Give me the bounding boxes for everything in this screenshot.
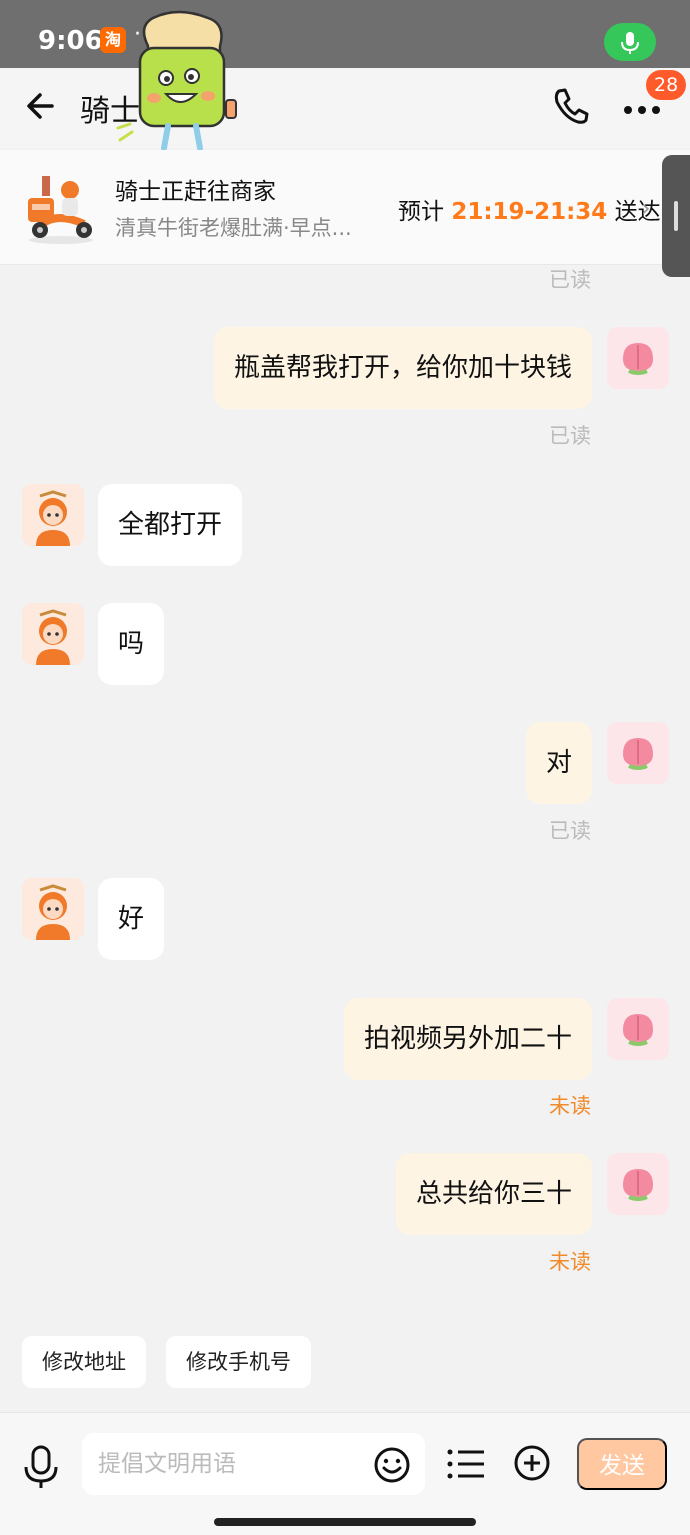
status-time: 9:06	[38, 26, 103, 56]
home-indicator	[214, 1518, 476, 1526]
rider-avatar-icon	[36, 884, 70, 940]
peach-avatar-icon	[623, 1014, 653, 1046]
plus-circle-icon	[514, 1445, 550, 1481]
user-avatar[interactable]	[607, 327, 669, 389]
eta-suffix: 送达	[614, 199, 661, 225]
shop-name: 清真牛街老爆肚满·早点...	[115, 216, 352, 240]
back-arrow-icon	[27, 93, 54, 119]
message-bubble-rider[interactable]: 好	[98, 878, 165, 960]
quick-reply-change-address[interactable]: 修改地址	[22, 1336, 146, 1388]
phone-icon	[554, 88, 589, 124]
chevron-right-icon: ›	[641, 194, 651, 222]
more-actions-button[interactable]	[512, 1443, 552, 1483]
list-icon	[447, 1449, 484, 1479]
peach-avatar-icon	[623, 1169, 653, 1201]
mic-active-indicator	[604, 23, 656, 61]
smiley-icon	[374, 1447, 410, 1483]
toast-sticker-icon	[116, 10, 237, 151]
unread-status: 未读	[549, 1094, 591, 1118]
side-drawer-handle[interactable]	[662, 155, 690, 277]
user-avatar[interactable]	[607, 1153, 669, 1215]
eta-text: 预计 21:19-21:34 送达	[398, 192, 661, 226]
input-bar: 发送	[0, 1412, 690, 1535]
order-status-text: 骑士正赶往商家	[115, 179, 276, 205]
rider-avatar[interactable]	[22, 603, 84, 665]
peach-avatar-icon	[623, 738, 653, 770]
emoji-button[interactable]	[372, 1445, 412, 1485]
unread-status: 未读	[549, 1250, 591, 1274]
message-bubble-me[interactable]: 对	[525, 722, 592, 804]
message-bubble-me[interactable]: 瓶盖帮我打开，给你加十块钱	[213, 327, 592, 409]
rider-avatar[interactable]	[22, 484, 84, 546]
voice-input-button[interactable]	[20, 1443, 62, 1491]
user-avatar[interactable]	[607, 998, 669, 1060]
common-phrases-button[interactable]	[446, 1446, 486, 1482]
read-status: 已读	[549, 819, 591, 843]
message-bubble-me[interactable]: 总共给你三十	[395, 1153, 592, 1235]
unread-count-badge: 28	[646, 70, 687, 100]
rider-avatar-icon	[36, 609, 70, 665]
eta-prefix: 预计	[398, 199, 444, 225]
peach-avatar-icon	[623, 343, 653, 375]
user-avatar[interactable]	[607, 722, 669, 784]
microphone-icon	[24, 1445, 58, 1488]
order-status-card[interactable]: 骑士正赶往商家 清真牛街老爆肚满·早点... 预计 21:19-21:34 送达…	[0, 150, 690, 265]
send-button[interactable]: 发送	[577, 1438, 667, 1490]
message-bubble-rider[interactable]: 全都打开	[98, 484, 243, 566]
quick-reply-change-phone[interactable]: 修改手机号	[166, 1336, 311, 1388]
delivery-scooter-icon	[28, 176, 93, 244]
rider-avatar[interactable]	[22, 878, 84, 940]
chat-header: 骑士	[0, 68, 690, 148]
rider-avatar-icon	[36, 490, 70, 546]
message-bubble-me[interactable]: 拍视频另外加二十	[343, 998, 592, 1080]
read-status: 已读	[549, 268, 591, 292]
handle-grip	[674, 201, 678, 231]
eta-time: 21:19-21:34	[451, 199, 608, 225]
back-button[interactable]	[22, 86, 62, 126]
read-status: 已读	[549, 424, 591, 448]
microphone-icon	[621, 32, 639, 54]
call-button[interactable]	[550, 85, 592, 127]
message-bubble-rider[interactable]: 吗	[98, 603, 165, 685]
status-bar: 9:06 淘 ··	[0, 0, 690, 68]
